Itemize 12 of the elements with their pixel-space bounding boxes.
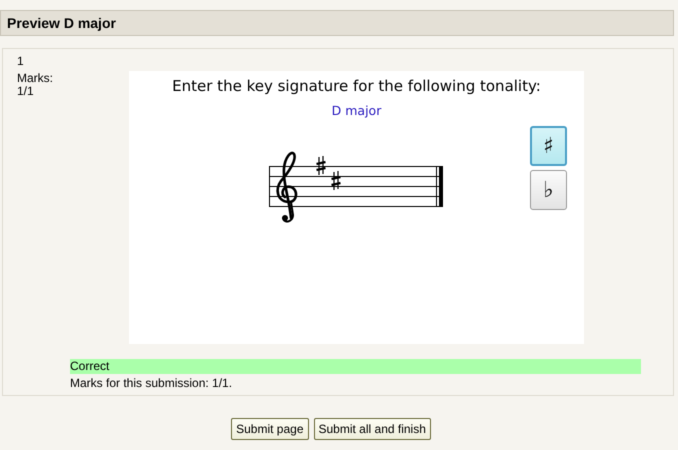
question-number: 1 bbox=[17, 55, 25, 68]
accidental-button[interactable]: ♯ bbox=[530, 126, 567, 166]
accidental-button[interactable]: ♭ bbox=[530, 170, 567, 210]
submit-button[interactable]: Submit all and finish bbox=[314, 418, 431, 440]
submit-button[interactable]: Submit page bbox=[231, 418, 308, 440]
feedback-result: Correct bbox=[70, 359, 641, 374]
tonality-label: D major bbox=[332, 103, 382, 118]
submission-marks: Marks for this submission: 1/1. bbox=[70, 376, 234, 390]
page-title: Preview D major bbox=[7, 15, 116, 31]
marks-value: 1/1 bbox=[17, 85, 35, 98]
question-prompt: Enter the key signature for the following tonality: bbox=[172, 77, 541, 95]
marks-label: Marks: bbox=[17, 72, 54, 85]
